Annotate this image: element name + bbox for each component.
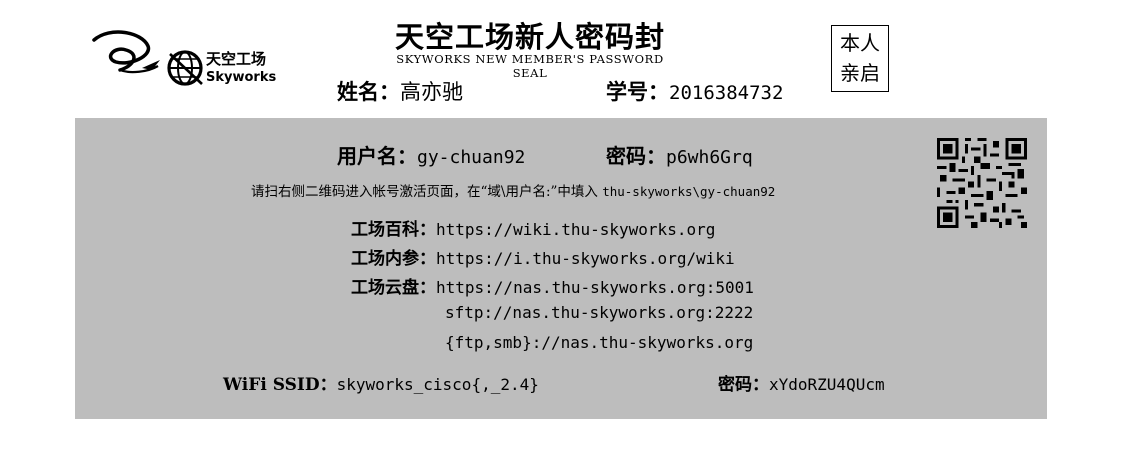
link-label: 工场内参： bbox=[351, 249, 436, 269]
link-label: 工场百科： bbox=[351, 220, 436, 240]
hint-text: 请扫右侧二维码进入帐号激活页面，在“域\用户名:”中填入 bbox=[251, 184, 598, 200]
hint-value: thu-skyworks\gy-chuan92 bbox=[602, 184, 776, 199]
sftp-link[interactable]: sftp://nas.thu-skyworks.org:2222 bbox=[445, 303, 753, 322]
link-row-ftp-smb: {ftp,smb}://nas.thu-skyworks.org bbox=[445, 333, 753, 353]
username-value: gy-chuan92 bbox=[417, 147, 526, 168]
name-value: 高亦驰 bbox=[400, 80, 463, 104]
link-row-sftp: sftp://nas.thu-skyworks.org:2222 bbox=[445, 303, 753, 323]
wifi-ssid-field: WiFi SSID：skyworks_cisco{,_2.4} bbox=[223, 370, 539, 395]
activation-hint: 请扫右侧二维码进入帐号激活页面，在“域\用户名:”中填入 thu-skywork… bbox=[251, 180, 775, 200]
personal-label-line1: 本人 bbox=[840, 31, 880, 55]
wiki-link[interactable]: https://wiki.thu-skyworks.org bbox=[436, 220, 715, 239]
wifi-password-field: 密码：xYdoRZU4QUcm bbox=[718, 370, 885, 395]
link-row-internal: 工场内参：https://i.thu-skyworks.org/wiki bbox=[351, 244, 735, 269]
student-id-field: 学号：2016384732 bbox=[606, 76, 783, 106]
link-label: 工场云盘： bbox=[351, 278, 436, 298]
logo-text-cn: 天空工场 bbox=[206, 50, 267, 68]
personal-label-line2: 亲启 bbox=[840, 61, 880, 85]
password-field: 密码：p6wh6Grq bbox=[606, 140, 753, 169]
link-row-wiki: 工场百科：https://wiki.thu-skyworks.org bbox=[351, 215, 715, 240]
page-title: 天空工场新人密码封 bbox=[394, 20, 665, 54]
ftp-smb-link[interactable]: {ftp,smb}://nas.thu-skyworks.org bbox=[445, 333, 753, 352]
wifi-password-value: xYdoRZU4QUcm bbox=[769, 375, 885, 394]
username-field: 用户名：gy-chuan92 bbox=[337, 140, 525, 169]
skyworks-logo: 天空工场 Skyworks bbox=[90, 26, 290, 92]
wifi-password-label: 密码： bbox=[718, 375, 769, 395]
credentials-panel: 用户名：gy-chuan92 密码：p6wh6Grq 请扫右侧二维码进入帐号激活… bbox=[75, 118, 1047, 419]
password-label: 密码： bbox=[606, 144, 666, 168]
personal-seal-box: 本人 亲启 bbox=[831, 25, 889, 92]
username-label: 用户名： bbox=[337, 144, 417, 168]
name-field: 姓名：高亦驰 bbox=[337, 76, 463, 106]
qr-code-icon[interactable] bbox=[937, 138, 1027, 228]
logo-text-en: Skyworks bbox=[206, 70, 277, 85]
wifi-ssid-value: skyworks_cisco{,_2.4} bbox=[336, 375, 539, 394]
password-value: p6wh6Grq bbox=[666, 147, 753, 168]
link-row-nas: 工场云盘：https://nas.thu-skyworks.org:5001 bbox=[351, 273, 754, 298]
student-id-label: 学号： bbox=[606, 80, 669, 104]
name-label: 姓名： bbox=[337, 80, 400, 104]
internal-wiki-link[interactable]: https://i.thu-skyworks.org/wiki bbox=[436, 249, 735, 268]
nas-link[interactable]: https://nas.thu-skyworks.org:5001 bbox=[436, 278, 754, 297]
student-id-value: 2016384732 bbox=[669, 82, 784, 104]
wifi-ssid-label: WiFi SSID： bbox=[223, 375, 337, 395]
